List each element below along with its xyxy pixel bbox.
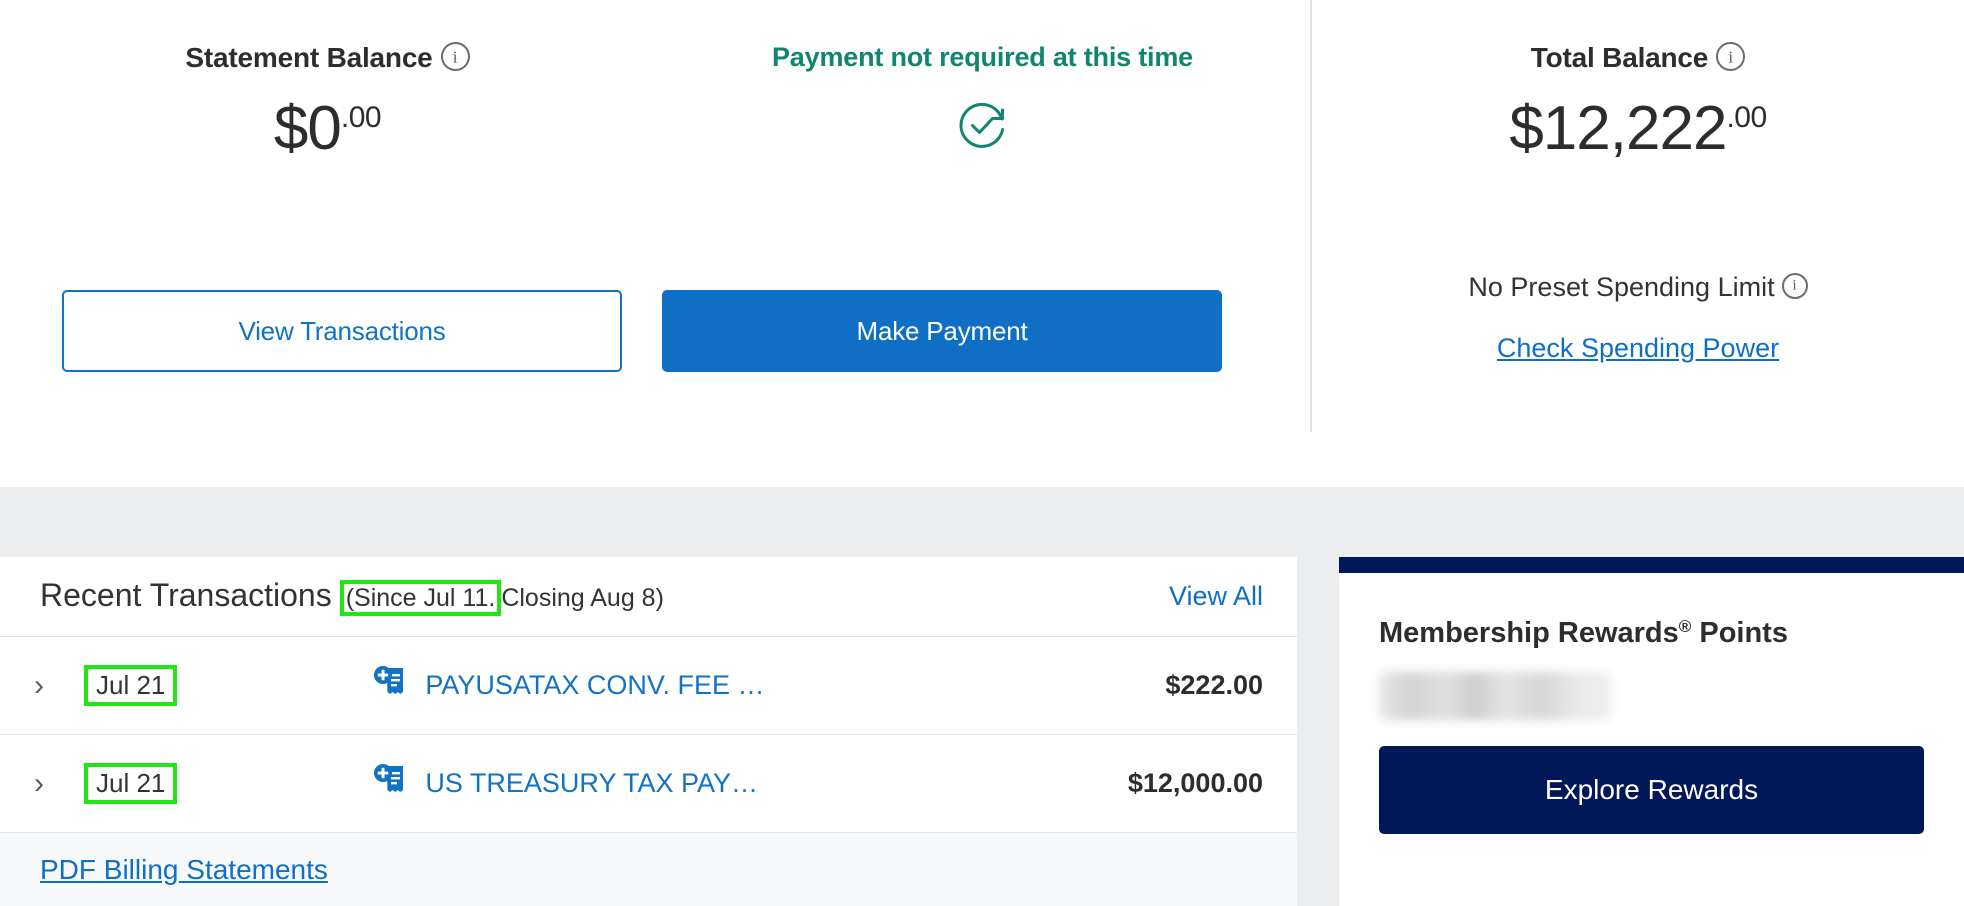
recent-transactions-period: (Since Jul 11. Closing Aug 8) bbox=[339, 579, 664, 617]
check-circle-refresh-icon bbox=[959, 102, 1004, 148]
statement-balance-amount-main: $0 bbox=[273, 94, 342, 163]
rewards-card-accent-bar bbox=[1339, 557, 1964, 573]
chevron-right-icon[interactable]: › bbox=[34, 670, 62, 701]
recent-transactions-label: Recent Transactions bbox=[40, 576, 332, 613]
check-spending-power-link[interactable]: Check Spending Power bbox=[1497, 333, 1779, 363]
receipt-plus-icon bbox=[373, 762, 409, 805]
chevron-right-icon[interactable]: › bbox=[34, 768, 62, 799]
table-row[interactable]: › Jul 21 PAYUSATAX CONV. FEE … $222.00 bbox=[0, 637, 1297, 735]
explore-rewards-button[interactable]: Explore Rewards bbox=[1379, 746, 1924, 834]
transaction-description-wrap: PAYUSATAX CONV. FEE … bbox=[373, 664, 833, 707]
view-all-link[interactable]: View All bbox=[1169, 581, 1263, 612]
transaction-amount: $222.00 bbox=[1165, 670, 1263, 700]
transaction-description[interactable]: US TREASURY TAX PAY… bbox=[425, 768, 758, 799]
statement-balance-amount: $0.00 bbox=[0, 98, 655, 160]
transaction-date: Jul 21 bbox=[96, 669, 166, 700]
transaction-date: Jul 21 bbox=[96, 767, 166, 798]
total-balance-amount-main: $12,222 bbox=[1509, 94, 1727, 163]
total-balance-section: Total Balance $12,222.00 No Preset Spend… bbox=[1310, 0, 1964, 432]
transaction-date-wrap: Jul 21 bbox=[84, 762, 178, 805]
membership-rewards-title: Membership Rewards® Points bbox=[1379, 617, 1964, 650]
statement-balance-label: Statement Balance bbox=[185, 42, 433, 73]
section-separator-band bbox=[0, 487, 1964, 557]
statement-balance-section: Statement Balance $0.00 bbox=[0, 0, 655, 487]
total-balance-label: Total Balance bbox=[1530, 42, 1709, 73]
transaction-date-highlight: Jul 21 bbox=[84, 664, 178, 707]
spending-limit-info-icon[interactable] bbox=[1781, 273, 1808, 299]
membership-rewards-points-value bbox=[1379, 672, 1611, 720]
recent-transactions-title: Recent Transactions (Since Jul 11. Closi… bbox=[40, 576, 664, 617]
registered-mark: ® bbox=[1678, 617, 1692, 636]
statement-balance-info-icon[interactable] bbox=[440, 42, 470, 71]
payment-status-icon-wrap bbox=[655, 97, 1310, 153]
statement-balance-amount-cents: .00 bbox=[340, 101, 382, 134]
transaction-date-wrap: Jul 21 bbox=[84, 664, 178, 707]
payment-status-text: Payment not required at this time bbox=[772, 42, 1193, 72]
recent-transactions-header: Recent Transactions (Since Jul 11. Closi… bbox=[0, 557, 1297, 637]
pdf-billing-statements-link[interactable]: PDF Billing Statements bbox=[40, 854, 328, 886]
transaction-description[interactable]: PAYUSATAX CONV. FEE … bbox=[425, 670, 764, 701]
transaction-date-highlight: Jul 21 bbox=[84, 762, 178, 805]
membership-rewards-label-tail: Points bbox=[1691, 617, 1788, 649]
make-payment-button[interactable]: Make Payment bbox=[662, 290, 1222, 372]
membership-rewards-card: Membership Rewards® Points Explore Rewar… bbox=[1339, 557, 1964, 906]
closing-date-text: Closing Aug 8) bbox=[501, 583, 664, 612]
summary-action-buttons: View Transactions bbox=[62, 290, 622, 372]
check-spending-power-wrap: Check Spending Power bbox=[1312, 333, 1964, 364]
spending-limit-label: No Preset Spending Limit bbox=[1468, 272, 1775, 302]
table-row[interactable]: › Jul 21 US TREASURY TAX PAY… $12,000.00 bbox=[0, 735, 1297, 833]
recent-transactions-card: Recent Transactions (Since Jul 11. Closi… bbox=[0, 557, 1297, 906]
summary-primary-button-wrap: Make Payment bbox=[662, 290, 1222, 372]
view-transactions-button[interactable]: View Transactions bbox=[62, 290, 622, 372]
total-balance-amount: $12,222.00 bbox=[1312, 98, 1964, 160]
total-balance-info-icon[interactable] bbox=[1716, 42, 1746, 71]
transaction-amount: $12,000.00 bbox=[1127, 768, 1263, 798]
total-balance-title: Total Balance bbox=[1312, 42, 1964, 74]
statement-balance-title: Statement Balance bbox=[0, 42, 655, 74]
total-balance-amount-cents: .00 bbox=[1726, 101, 1767, 134]
transaction-description-wrap: US TREASURY TAX PAY… bbox=[373, 762, 833, 805]
account-summary-card: Statement Balance $0.00 Payment not requ… bbox=[0, 0, 1964, 487]
since-date-highlight: (Since Jul 11. bbox=[339, 579, 502, 617]
payment-status-section: Payment not required at this time bbox=[655, 0, 1310, 487]
membership-rewards-label: Membership Rewards bbox=[1379, 617, 1679, 649]
receipt-plus-icon bbox=[373, 664, 409, 707]
spending-limit-text: No Preset Spending Limit bbox=[1312, 272, 1964, 303]
transactions-footer: PDF Billing Statements bbox=[0, 833, 1297, 906]
